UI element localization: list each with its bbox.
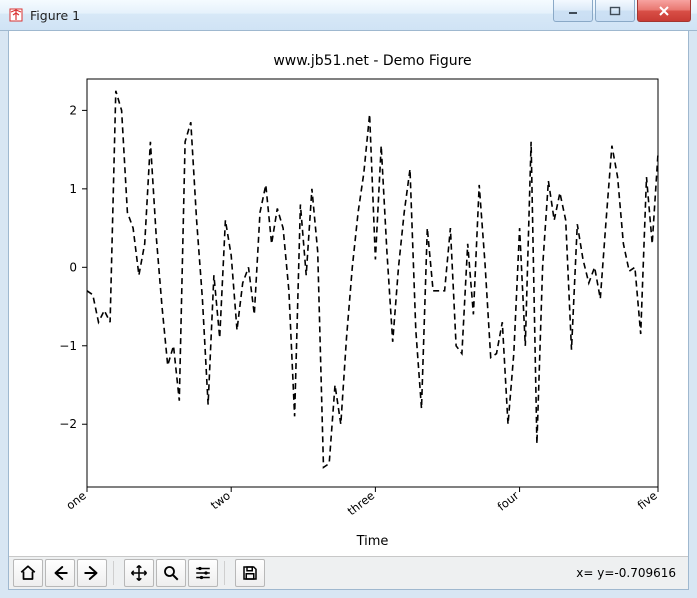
forward-button[interactable] <box>77 559 107 587</box>
x-tick-label: one <box>63 488 88 512</box>
window-minimize-button[interactable] <box>553 0 593 22</box>
y-tick-label: −1 <box>59 339 77 353</box>
window-title: Figure 1 <box>30 8 80 23</box>
y-tick-label: 1 <box>69 182 77 196</box>
y-tick-label: 0 <box>69 260 77 274</box>
back-button[interactable] <box>45 559 75 587</box>
x-tick-label: four <box>495 488 522 513</box>
x-tick-label: five <box>635 488 660 512</box>
x-axis-label: Time <box>356 534 389 549</box>
x-tick-label: three <box>345 488 378 518</box>
plot-canvas[interactable]: −2 −1 0 1 2 one two three four five www.jb51.net… <box>9 31 688 557</box>
pan-button[interactable] <box>124 559 154 587</box>
cursor-status: x= y=-0.709616 <box>576 566 676 580</box>
y-tick-label: 2 <box>69 103 77 117</box>
x-tick-label: two <box>208 488 233 512</box>
toolbar-separator <box>224 561 231 585</box>
matplotlib-toolbar: x= y=-0.709616 <box>9 556 688 589</box>
window-titlebar: Figure 1 <box>0 0 697 31</box>
client-area: −2 −1 0 1 2 one two three four five www.jb51.net… <box>8 30 689 590</box>
move-icon <box>130 564 148 582</box>
magnify-icon <box>162 564 180 582</box>
toolbar-separator <box>113 561 120 585</box>
save-icon <box>241 564 259 582</box>
home-icon <box>19 564 37 582</box>
chart-title: www.jb51.net - Demo Figure <box>273 53 471 69</box>
y-tick-label: −2 <box>59 417 77 431</box>
window-maximize-button[interactable] <box>595 0 635 22</box>
window-close-button[interactable] <box>637 0 691 22</box>
arrow-left-icon <box>51 564 69 582</box>
save-button[interactable] <box>235 559 265 587</box>
arrow-right-icon <box>83 564 101 582</box>
sliders-icon <box>194 564 212 582</box>
zoom-button[interactable] <box>156 559 186 587</box>
subplots-button[interactable] <box>188 559 218 587</box>
tk-icon <box>8 7 24 23</box>
home-button[interactable] <box>13 559 43 587</box>
line-series <box>87 91 658 468</box>
